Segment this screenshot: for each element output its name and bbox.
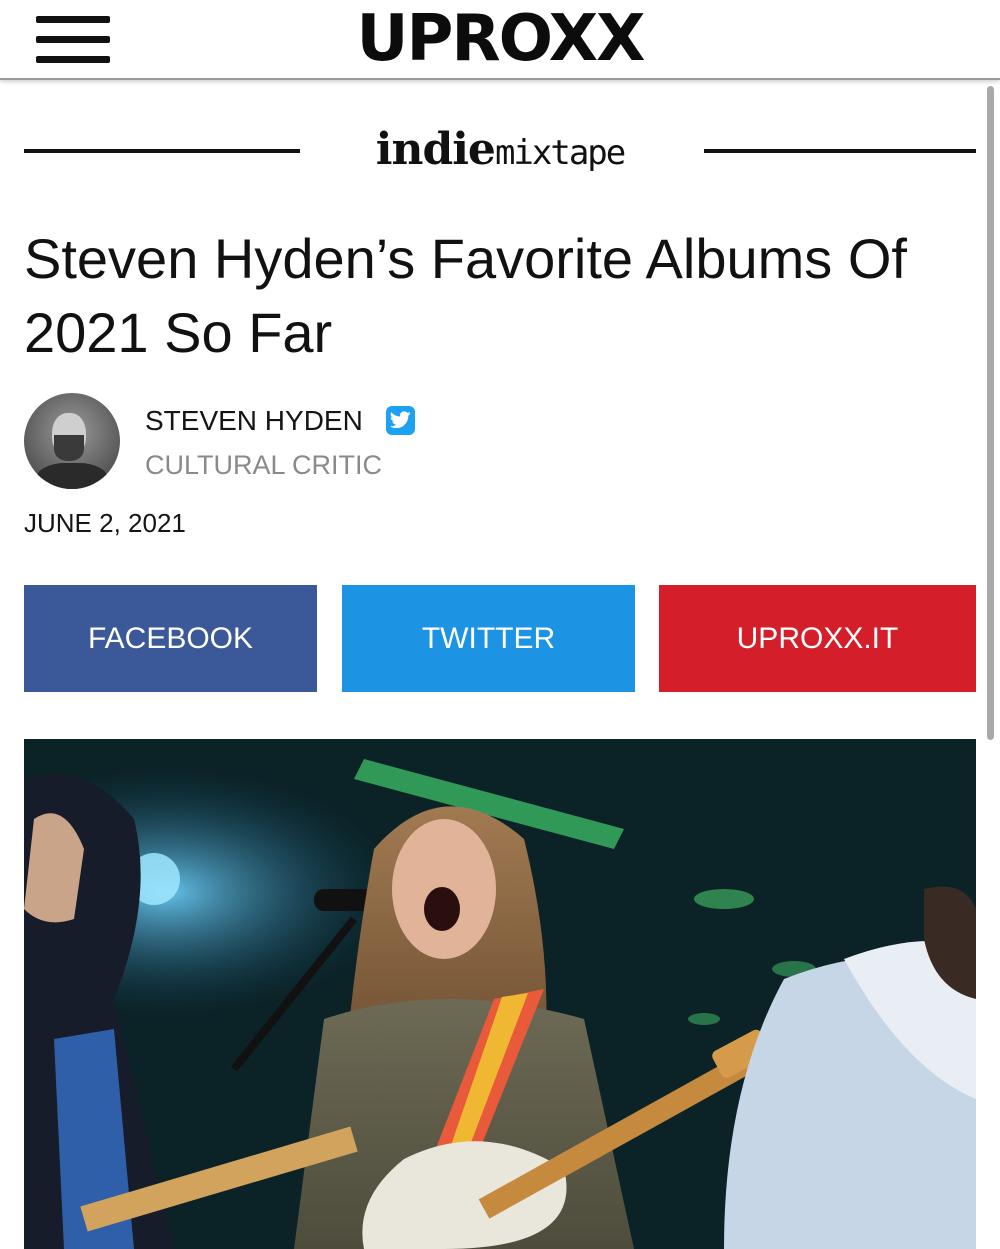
twitter-share-label: TWITTER [421,621,556,655]
twitter-bird-icon[interactable] [386,406,415,435]
site-logo[interactable]: UPROXX [0,2,1000,76]
section-logo: indiemixtape [24,124,976,175]
section-tag-indiemixtape[interactable]: indiemixtape [24,118,976,188]
uproxx-share-button[interactable]: UPROXX.IT [659,585,976,692]
article-title: Steven Hyden’s Favorite Albums Of 2021 S… [24,227,907,364]
facebook-share-button[interactable]: FACEBOOK [24,585,317,692]
author-name[interactable]: STEVEN HYDEN [145,405,363,437]
facebook-share-label: FACEBOOK [87,621,254,655]
section-logo-part2: mixtape [494,133,626,173]
page-scrollbar[interactable] [987,86,994,740]
twitter-share-button[interactable]: TWITTER [342,585,635,692]
uproxx-share-label: UPROXX.IT [736,621,899,655]
section-logo-part1: indie [375,124,496,175]
site-header: UPROXX [0,0,1000,80]
author-avatar[interactable] [24,393,120,489]
concert-photo [24,739,976,1249]
publish-date: JUNE 2, 2021 [24,508,186,538]
article-hero-image[interactable] [24,739,976,1249]
author-role: CULTURAL CRITIC [145,450,383,480]
